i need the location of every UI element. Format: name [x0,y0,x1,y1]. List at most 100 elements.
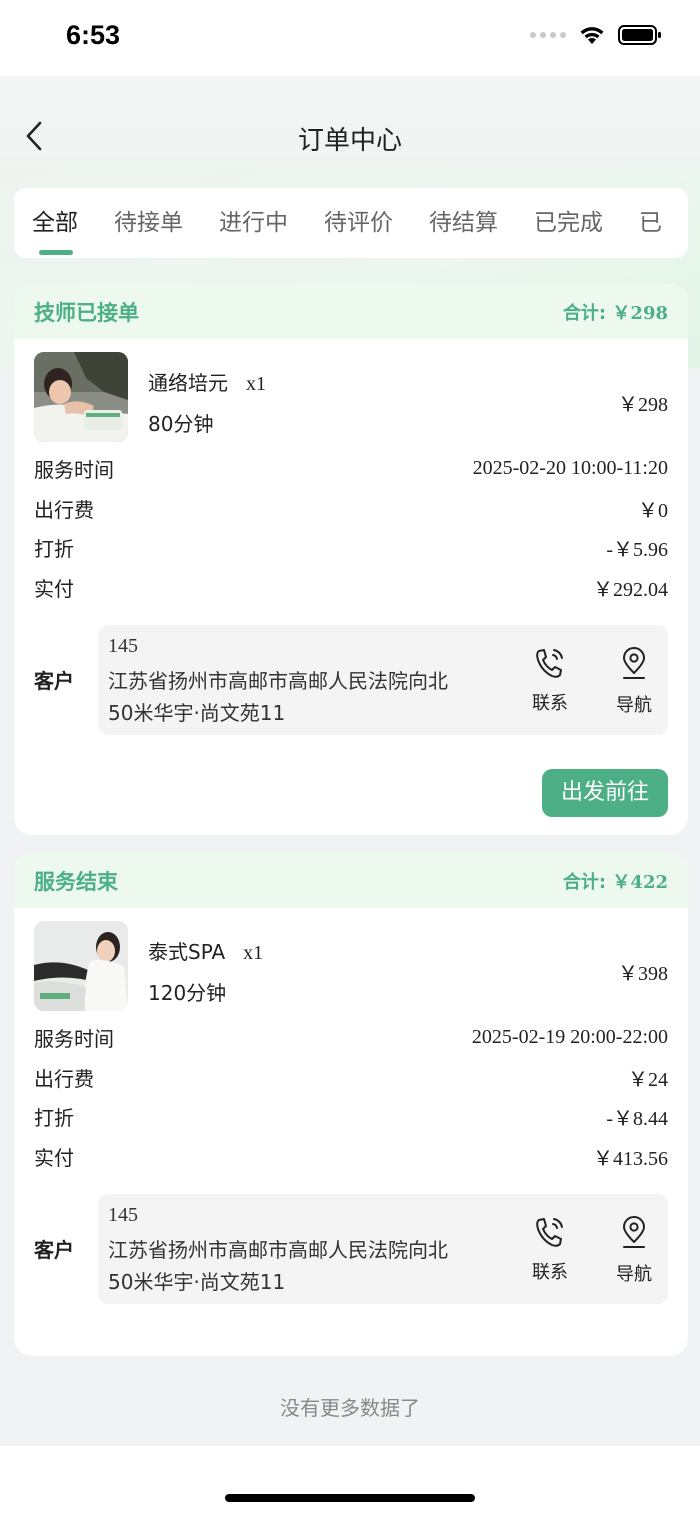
service-name-text: 泰式SPA [148,940,226,964]
customer-label: 客户 [34,1238,74,1262]
tab-label: 全部 [32,210,78,236]
row-value: -￥5.96 [606,539,668,562]
row-label: 出行费 [34,497,94,522]
row-label: 实付 [34,576,74,601]
total-amount: ￥422 [612,871,668,893]
row-value: -￥8.44 [606,1108,668,1131]
detail-row-discount: 打折 -￥5.96 [34,528,668,568]
row-label: 打折 [34,1106,74,1131]
map-pin-icon [623,1216,645,1248]
service-duration: 80分钟 [148,412,214,436]
phone-call-icon [536,1218,563,1247]
customer-section: 客户 145 江苏省扬州市高邮市高邮人民法院向北 50米华宇·尚文苑11 联系 [14,1194,688,1304]
customer-address-line: 50米华宇·尚文苑11 [108,701,286,725]
nav-bar: 订单中心 [0,76,700,176]
total-label: 合计: [562,871,607,893]
contact-label: 联系 [532,693,568,714]
active-tab-indicator [39,250,73,255]
order-card-header: 服务结束 合计: ￥422 [14,853,688,908]
depart-button[interactable]: 出发前往 [542,769,668,817]
tab-pending-settlement[interactable]: 待结算 [411,188,516,258]
row-label: 出行费 [34,1066,94,1091]
detail-row-travel-fee: 出行费 ￥0 [34,489,668,529]
contact-button[interactable]: 联系 [522,1216,578,1284]
service-name: 通络培元 x1 [148,367,266,396]
page-title: 订单中心 [297,126,402,156]
map-pin-icon [623,647,645,679]
tab-all[interactable]: 全部 [14,188,96,258]
battery-icon [618,25,661,45]
tab-pending-accept[interactable]: 待接单 [96,188,201,258]
order-item: 通络培元 x1 80分钟 ￥298 [14,339,688,449]
customer-label: 客户 [34,669,74,693]
detail-row-paid: 实付 ￥292.04 [34,568,668,608]
detail-row-travel-fee: 出行费 ￥24 [34,1058,668,1098]
no-more-data-text: 没有更多数据了 [280,1396,420,1420]
tab-label: 待接单 [114,210,183,236]
row-value: ￥292.04 [593,578,668,601]
total-amount: ￥298 [612,302,668,324]
service-quantity: x1 [246,373,266,395]
order-card-header: 技师已接单 合计: ￥298 [14,284,688,339]
detail-row-service-time: 服务时间 2025-02-19 20:00-22:00 [34,1018,668,1058]
tab-in-progress[interactable]: 进行中 [201,188,306,258]
detail-row-discount: 打折 -￥8.44 [34,1097,668,1137]
status-icons [530,24,662,46]
customer-section: 客户 145 江苏省扬州市高邮市高邮人民法院向北 50米华宇·尚文苑11 联系 [14,625,688,735]
tab-pending-review[interactable]: 待评价 [306,188,411,258]
row-value: ￥413.56 [593,1147,668,1170]
tab-label: 进行中 [219,210,288,236]
customer-address-box: 145 江苏省扬州市高邮市高邮人民法院向北 50米华宇·尚文苑11 联系 导航 [98,1194,668,1304]
navigate-label: 导航 [616,1264,652,1285]
customer-address-box: 145 江苏省扬州市高邮市高邮人民法院向北 50米华宇·尚文苑11 联系 导航 [98,625,668,735]
tab-completed[interactable]: 已完成 [516,188,621,258]
status-time: 6:53 [66,20,121,50]
tab-label: 已 [639,210,662,236]
row-label: 打折 [34,537,74,562]
phone-call-icon [536,649,563,678]
order-item: 泰式SPA x1 120分钟 ￥398 [14,908,688,1018]
tab-overflow[interactable]: 已 [621,188,680,258]
service-price: ￥298 [618,394,668,416]
order-status-tabs: 全部 待接单 进行中 待评价 待结算 已完成 已 [14,188,688,258]
row-value: 2025-02-20 10:00-11:20 [472,457,668,480]
customer-address-line: 江苏省扬州市高邮市高邮人民法院向北 [108,1238,448,1262]
bottom-safe-area [0,1446,700,1515]
navigate-button[interactable]: 导航 [606,1216,662,1286]
detail-row-service-time: 服务时间 2025-02-20 10:00-11:20 [34,449,668,489]
navigate-button[interactable]: 导航 [606,647,662,717]
status-bar: 6:53 [0,0,700,76]
customer-phone: 145 [108,1204,138,1226]
total-label: 合计: [562,302,607,324]
order-detail-rows: 服务时间 2025-02-20 10:00-11:20 出行费 ￥0 打折 -￥5.9… [14,449,688,607]
customer-phone: 145 [108,635,138,657]
order-detail-rows: 服务时间 2025-02-19 20:00-22:00 出行费 ￥24 打折 -￥8.… [14,1018,688,1176]
service-duration: 120分钟 [148,981,227,1005]
row-value: ￥24 [628,1068,668,1091]
order-total: 合计: ￥422 [563,868,668,894]
service-name-text: 通络培元 [148,371,228,395]
navigate-label: 导航 [616,695,652,716]
order-card[interactable]: 服务结束 合计: ￥422 泰式SPA x1 120分钟 ￥398 服务时间 202… [14,853,688,1356]
service-quantity: x1 [243,942,264,964]
service-name: 泰式SPA x1 [148,936,263,965]
order-status: 技师已接单 [34,300,139,325]
home-indicator[interactable] [225,1494,475,1502]
tab-label: 待评价 [324,210,393,236]
row-value: 2025-02-19 20:00-22:00 [471,1026,668,1049]
wifi-icon [580,27,604,44]
detail-row-paid: 实付 ￥413.56 [34,1137,668,1177]
tab-label: 已完成 [534,210,603,236]
order-card[interactable]: 技师已接单 合计: ￥298 通络培元 x1 80分钟 ￥298 服务时间 2025… [14,284,688,835]
customer-address-line: 江苏省扬州市高邮市高邮人民法院向北 [108,669,448,693]
cellular-signal-icon [530,32,566,38]
customer-address-line: 50米华宇·尚文苑11 [108,1270,286,1294]
contact-label: 联系 [532,1262,568,1283]
order-total: 合计: ￥298 [563,299,668,325]
row-label: 服务时间 [34,1027,114,1052]
service-price: ￥398 [618,963,668,985]
row-label: 服务时间 [34,458,114,483]
tab-label: 待结算 [429,210,498,236]
service-thumbnail [34,921,128,1011]
contact-button[interactable]: 联系 [522,647,578,715]
